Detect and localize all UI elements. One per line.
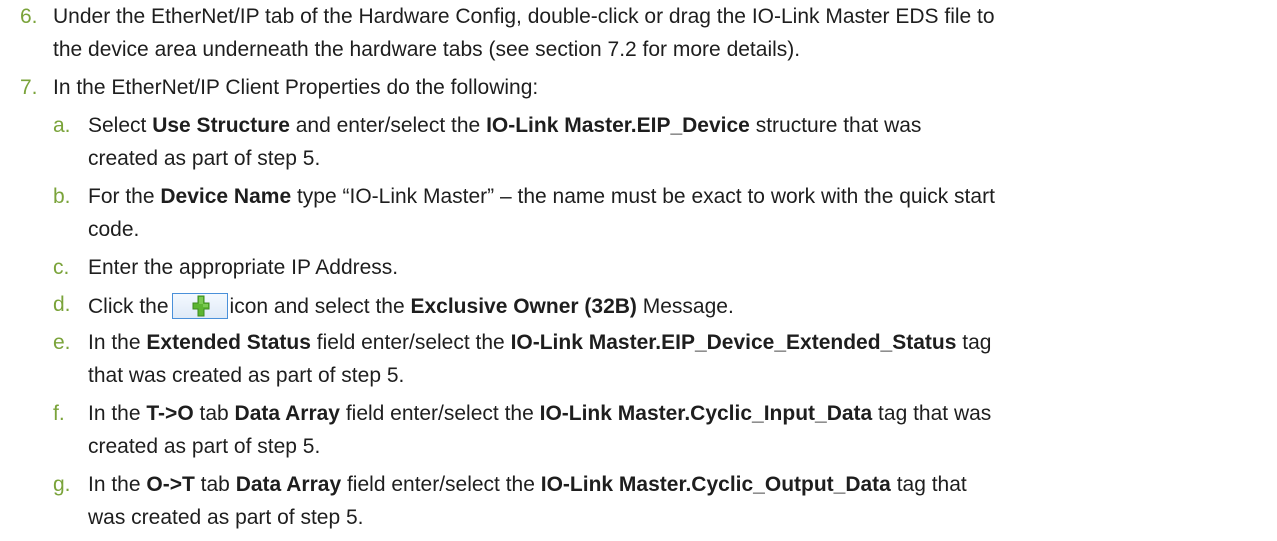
sub-item-text-line: In the Extended Status field enter/selec…: [88, 331, 992, 354]
bold-term: T->O: [146, 402, 194, 425]
bold-term: IO-Link Master.Cyclic_Output_Data: [540, 473, 891, 496]
sub-marker: d.: [53, 293, 71, 316]
sub-item-text-line: In the O->T tab Data Array field enter/s…: [88, 473, 967, 496]
sub-item-text-line: For the Device Name type “IO-Link Master…: [88, 185, 995, 208]
list-marker: 6.: [20, 5, 38, 28]
bold-term: IO-Link Master.Cyclic_Input_Data: [539, 402, 873, 425]
sub-item-text-line: created as part of step 5.: [88, 147, 321, 170]
sub-marker: g.: [53, 473, 71, 496]
sub-item-text-line: created as part of step 5.: [88, 435, 321, 458]
bold-term: Data Array: [234, 402, 340, 425]
bold-term: IO-Link Master.EIP_Device: [486, 114, 750, 137]
sub-item-text-line: In the T->O tab Data Array field enter/s…: [88, 402, 992, 425]
sub-marker: e.: [53, 331, 71, 354]
add-plus-icon: [171, 293, 228, 319]
sub-marker: a.: [53, 114, 71, 137]
sub-marker: f.: [53, 402, 65, 425]
sub-marker: c.: [53, 256, 70, 279]
sub-marker: b.: [53, 185, 71, 208]
bold-term: O->T: [146, 473, 195, 496]
list-item-text-line: the device area underneath the hardware …: [53, 38, 801, 61]
sub-item-text-line: Click the icon and select the Exclusive O…: [88, 293, 734, 319]
sub-item-text-line: that was created as part of step 5.: [88, 364, 405, 387]
bold-term: Data Array: [235, 473, 342, 496]
sub-item-text-line: Select Use Structure and enter/select th…: [88, 114, 922, 137]
sub-item-text-line: was created as part of step 5.: [88, 506, 364, 529]
bold-term: Extended Status: [146, 331, 311, 354]
bold-term: Device Name: [160, 185, 292, 208]
list-item-text-line: Under the EtherNet/IP tab of the Hardwar…: [53, 5, 995, 28]
bold-term: Exclusive Owner (32B): [410, 295, 637, 318]
list-marker: 7.: [20, 76, 38, 99]
sub-item-text-line: Enter the appropriate IP Address.: [88, 256, 399, 279]
bold-term: Use Structure: [152, 114, 290, 137]
sub-item-text-line: code.: [88, 218, 140, 241]
bold-term: IO-Link Master.EIP_Device_Extended_Statu…: [510, 331, 957, 354]
list-item-text-line: In the EtherNet/IP Client Properties do …: [53, 76, 539, 99]
